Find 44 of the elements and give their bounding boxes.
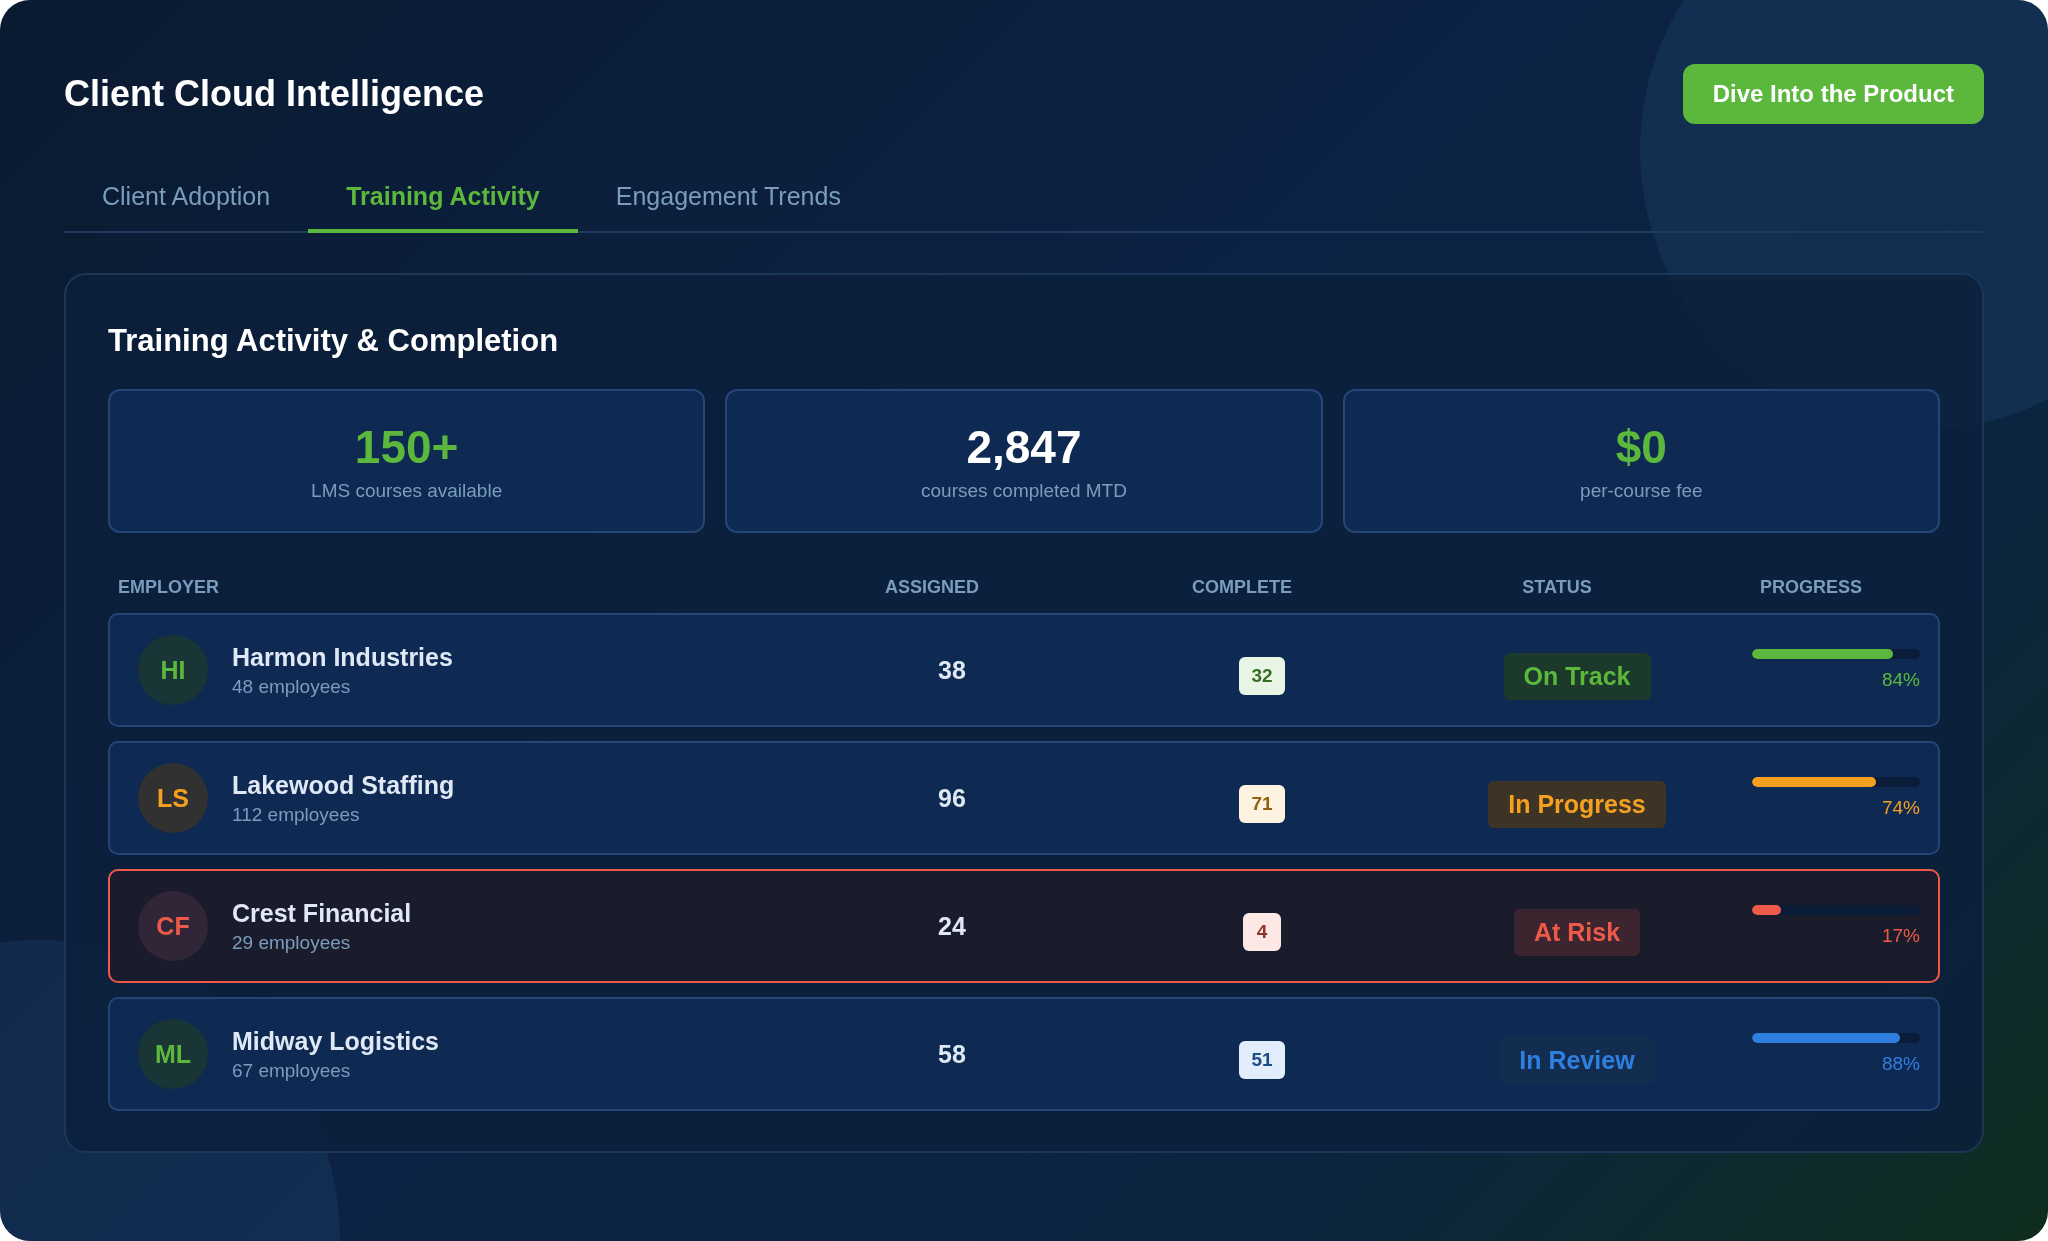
stat-label: courses completed MTD [921, 480, 1127, 502]
employer-name: Crest Financial [232, 898, 412, 928]
stat-value: $0 [1615, 420, 1667, 474]
avatar-initials: LS [157, 785, 189, 811]
progress-percent: 17% [1881, 925, 1920, 947]
progress-percent: 84% [1881, 669, 1920, 691]
assigned-count: 58 [937, 1039, 967, 1069]
assigned-count: 96 [937, 783, 967, 813]
column-header: EMPLOYER [118, 576, 220, 598]
progress-percent: 88% [1881, 1053, 1920, 1075]
employer-name: Midway Logistics [232, 1026, 439, 1056]
employee-count: 112 employees [232, 803, 361, 826]
column-header: PROGRESS [1759, 576, 1863, 598]
employer-name: Harmon Industries [232, 642, 453, 672]
column-header: STATUS [1521, 576, 1593, 598]
tab[interactable]: Training Activity [308, 182, 578, 233]
stat-value: 150+ [354, 420, 459, 474]
stat-label: LMS courses available [311, 480, 503, 502]
tab[interactable]: Client Adoption [64, 182, 309, 233]
employee-count: 48 employees [232, 675, 352, 698]
panel-title: Training Activity & Completion [108, 323, 560, 359]
status-tag: In Review [1499, 1036, 1655, 1084]
column-header: ASSIGNED [884, 576, 980, 598]
complete-count: 71 [1239, 785, 1285, 823]
avatar-initials: CF [156, 913, 190, 939]
complete-count: 51 [1239, 1041, 1285, 1079]
progress-percent: 74% [1881, 797, 1920, 819]
tab[interactable]: Engagement Trends [577, 182, 879, 233]
employee-count: 29 employees [232, 931, 352, 954]
employee-count: 67 employees [232, 1059, 352, 1082]
complete-count: 32 [1239, 657, 1285, 695]
assigned-count: 38 [937, 655, 967, 685]
avatar-initials: ML [154, 1041, 192, 1067]
stat-value: 2,847 [966, 420, 1082, 474]
status-tag: On Track [1503, 652, 1651, 700]
assigned-count: 24 [937, 911, 967, 941]
column-header: COMPLETE [1191, 576, 1293, 598]
status-tag: In Progress [1488, 780, 1666, 828]
complete-count: 4 [1243, 913, 1281, 951]
avatar-initials: HI [160, 657, 186, 683]
stat-label: per-course fee [1580, 480, 1703, 502]
status-tag: At Risk [1513, 908, 1641, 956]
app-title: Client Cloud Intelligence [64, 73, 485, 115]
employer-name: Lakewood Staffing [232, 770, 455, 800]
